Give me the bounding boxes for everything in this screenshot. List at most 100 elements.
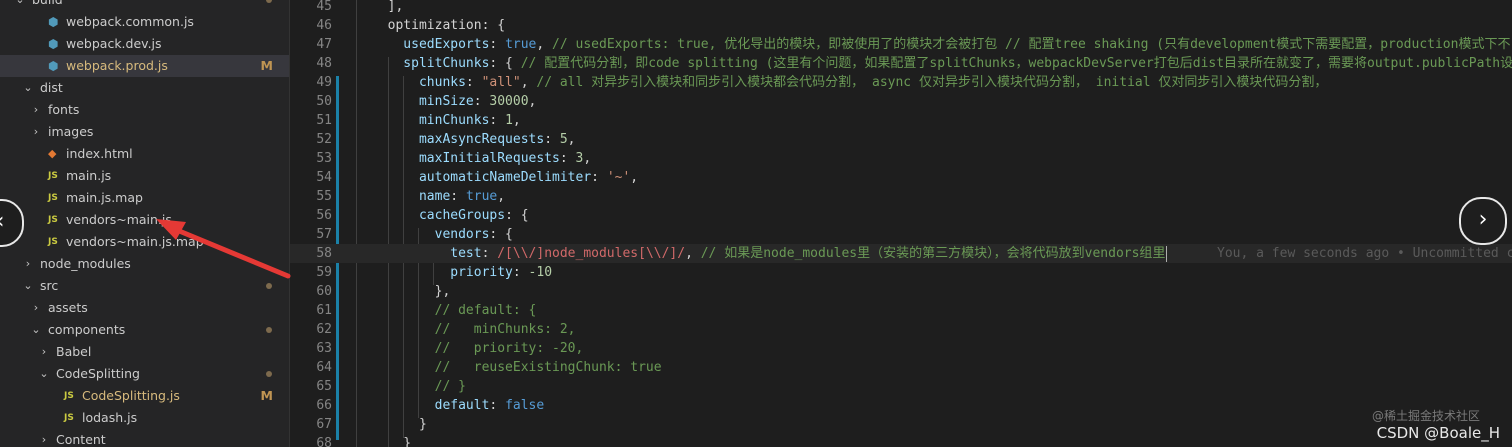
code-token: // 配置代码分割，即code splitting (这里有个问题，如果配置了s…: [520, 56, 1512, 71]
code-text: },: [372, 282, 451, 301]
code-line: 48 splitChunks: { // 配置代码分割，即code splitt…: [290, 54, 1512, 73]
next-nav-button[interactable]: ›: [1459, 197, 1507, 245]
explorer-item[interactable]: JS CodeSplitting.js M: [0, 385, 289, 407]
code-token: default: [372, 398, 490, 413]
code-token: :: [465, 75, 482, 90]
code-text: cacheGroups: {: [372, 206, 529, 225]
code-token: -10: [528, 265, 553, 280]
chevron-right-icon: ›: [33, 301, 39, 314]
chevron-right-icon: ›: [41, 345, 47, 358]
explorer-item[interactable]: ⌄ CodeSplitting: [0, 363, 289, 385]
code-line: 55 name: true,: [290, 187, 1512, 206]
code-token: : {: [489, 56, 521, 71]
code-token: ,: [685, 246, 701, 261]
code-token: :: [512, 265, 529, 280]
code-line: 68 }: [290, 434, 1512, 447]
code-text: optimization: {: [372, 16, 505, 35]
code-text: maxAsyncRequests: 5,: [372, 130, 576, 149]
js-file-icon: JS: [64, 391, 74, 401]
code-line: 51 minChunks: 1,: [290, 111, 1512, 130]
code-token: ,: [536, 37, 553, 52]
code-token: // 如果是node_modules里（安装的第三方模块），会将代码放到vend…: [700, 246, 1166, 261]
code-token: :: [473, 94, 490, 109]
line-number: 61: [316, 303, 332, 318]
code-text: priority: -10: [372, 263, 552, 282]
code-token: minChunks: [372, 113, 490, 128]
code-token: },: [372, 284, 451, 299]
code-token: : {: [489, 227, 513, 242]
git-changes-dot: [266, 371, 272, 377]
code-token: test: [372, 246, 482, 261]
code-line: 52 maxAsyncRequests: 5,: [290, 130, 1512, 149]
code-text: splitChunks: { // 配置代码分割，即code splitting…: [372, 54, 1512, 73]
code-text: chunks: "all", // all 对异步引入模块和同步引入模块都会代码…: [372, 73, 1327, 92]
code-text: }: [372, 434, 411, 447]
explorer-item[interactable]: JS lodash.js: [0, 407, 289, 429]
code-line: 64 // reuseExistingChunk: true: [290, 358, 1512, 377]
code-token: ,: [630, 170, 639, 185]
code-token: }: [372, 417, 427, 432]
code-token: chunks: [372, 75, 466, 90]
code-token: ,: [497, 189, 506, 204]
watermark: CSDN @Boale_H: [1376, 424, 1500, 442]
code-token: 30000: [489, 94, 529, 109]
code-token: :: [544, 132, 560, 147]
code-text: ],: [372, 0, 404, 16]
code-text: // priority: -20,: [372, 339, 584, 358]
line-number: 68: [316, 436, 332, 447]
code-token: // }: [372, 379, 466, 394]
code-token: :: [481, 246, 498, 261]
code-token: maxInitialRequests: [372, 151, 560, 166]
explorer-item[interactable]: ⌄ components: [0, 319, 289, 341]
code-text: default: false: [372, 396, 545, 415]
git-modified-badge: M: [260, 388, 273, 403]
code-line: 63 // priority: -20,: [290, 339, 1512, 358]
explorer-item-label: Babel: [56, 344, 92, 359]
code-token: :: [559, 151, 576, 166]
code-token: 5: [559, 132, 568, 147]
code-token: // default: {: [372, 303, 537, 318]
code-line: 59 priority: -10: [290, 263, 1512, 282]
explorer-item[interactable]: › assets: [0, 297, 289, 319]
code-text: minChunks: 1,: [372, 111, 521, 130]
code-line: 60 },: [290, 282, 1512, 301]
code-token: "all": [481, 75, 521, 90]
code-line: 61 // default: {: [290, 301, 1512, 320]
code-text: minSize: 30000,: [372, 92, 536, 111]
code-token: /[\\/]node_modules[\\/]/: [497, 246, 686, 261]
code-text: automaticNameDelimiter: '~',: [372, 168, 638, 187]
code-token: cacheGroups: [372, 208, 506, 223]
code-token: maxAsyncRequests: [372, 132, 545, 147]
line-number: 67: [316, 417, 332, 432]
explorer-item[interactable]: › Babel: [0, 341, 289, 363]
code-editor[interactable]: 45 ], 46 optimization: {47 usedExports: t…: [290, 0, 1512, 447]
code-text: usedExports: true, // usedExports: true,…: [372, 35, 1510, 54]
chevron-right-icon: ›: [41, 433, 47, 446]
line-number: 62: [316, 322, 332, 337]
code-token: :: [450, 189, 466, 204]
explorer-item-label: CodeSplitting: [56, 366, 140, 381]
code-token: 1: [505, 113, 513, 128]
code-line: 65 // }: [290, 377, 1512, 396]
git-blame-annotation: You, a few seconds ago • Uncommitted ch: [1217, 246, 1512, 261]
chevron-right-icon: ›: [1478, 207, 1488, 232]
code-token: automaticNameDelimiter: [372, 170, 592, 185]
code-token: priority: [372, 265, 513, 280]
code-token: ,: [567, 132, 576, 147]
code-token: // priority: -20,: [372, 341, 584, 356]
code-text: test: /[\\/]node_modules[\\/]/, // 如果是no…: [372, 244, 1168, 263]
chevron-down-icon: ⌄: [31, 323, 41, 336]
code-text: // minChunks: 2,: [372, 320, 576, 339]
line-number: 63: [316, 341, 332, 356]
code-token: ,: [583, 151, 592, 166]
code-token: // all 对异步引入模块和同步引入模块都会代码分割， async 仅对异步引…: [536, 75, 1328, 90]
code-line: 53 maxInitialRequests: 3,: [290, 149, 1512, 168]
code-line: 58 test: /[\\/]node_modules[\\/]/, // 如果…: [290, 244, 1512, 263]
code-line: 57 vendors: {: [290, 225, 1512, 244]
explorer-item-label: CodeSplitting.js: [82, 388, 180, 403]
code-text: maxInitialRequests: 3,: [372, 149, 591, 168]
explorer-item[interactable]: › Content: [0, 429, 289, 447]
line-number: 65: [316, 379, 332, 394]
watermark-secondary: @稀土掘金技术社区: [1371, 409, 1480, 423]
code-line: 67 }: [290, 415, 1512, 434]
